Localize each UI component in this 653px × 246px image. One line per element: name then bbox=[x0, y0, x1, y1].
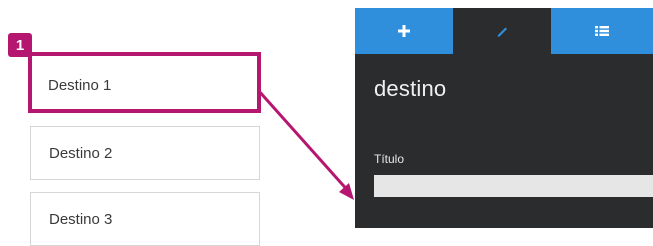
title-field-input[interactable] bbox=[374, 175, 653, 197]
editor-tabs bbox=[355, 8, 653, 54]
destination-item-2[interactable]: Destino 2 bbox=[30, 126, 260, 180]
destination-item-3[interactable]: Destino 3 bbox=[30, 192, 260, 246]
destination-label: Destino 1 bbox=[48, 76, 112, 94]
destination-label: Destino 2 bbox=[49, 144, 113, 162]
tab-edit[interactable] bbox=[453, 8, 551, 54]
editor-panel: destino Título bbox=[355, 8, 653, 228]
list-icon bbox=[595, 26, 609, 36]
tab-add[interactable] bbox=[355, 8, 453, 54]
panel-title: destino bbox=[374, 76, 447, 101]
title-field-label: Título bbox=[374, 152, 405, 166]
destination-label: Destino 3 bbox=[49, 210, 113, 228]
tab-list[interactable] bbox=[551, 8, 653, 54]
step-badge: 1 bbox=[8, 33, 32, 57]
pencil-icon bbox=[497, 27, 507, 37]
plus-icon bbox=[398, 25, 410, 37]
destination-item-1[interactable]: Destino 1 bbox=[30, 58, 260, 112]
